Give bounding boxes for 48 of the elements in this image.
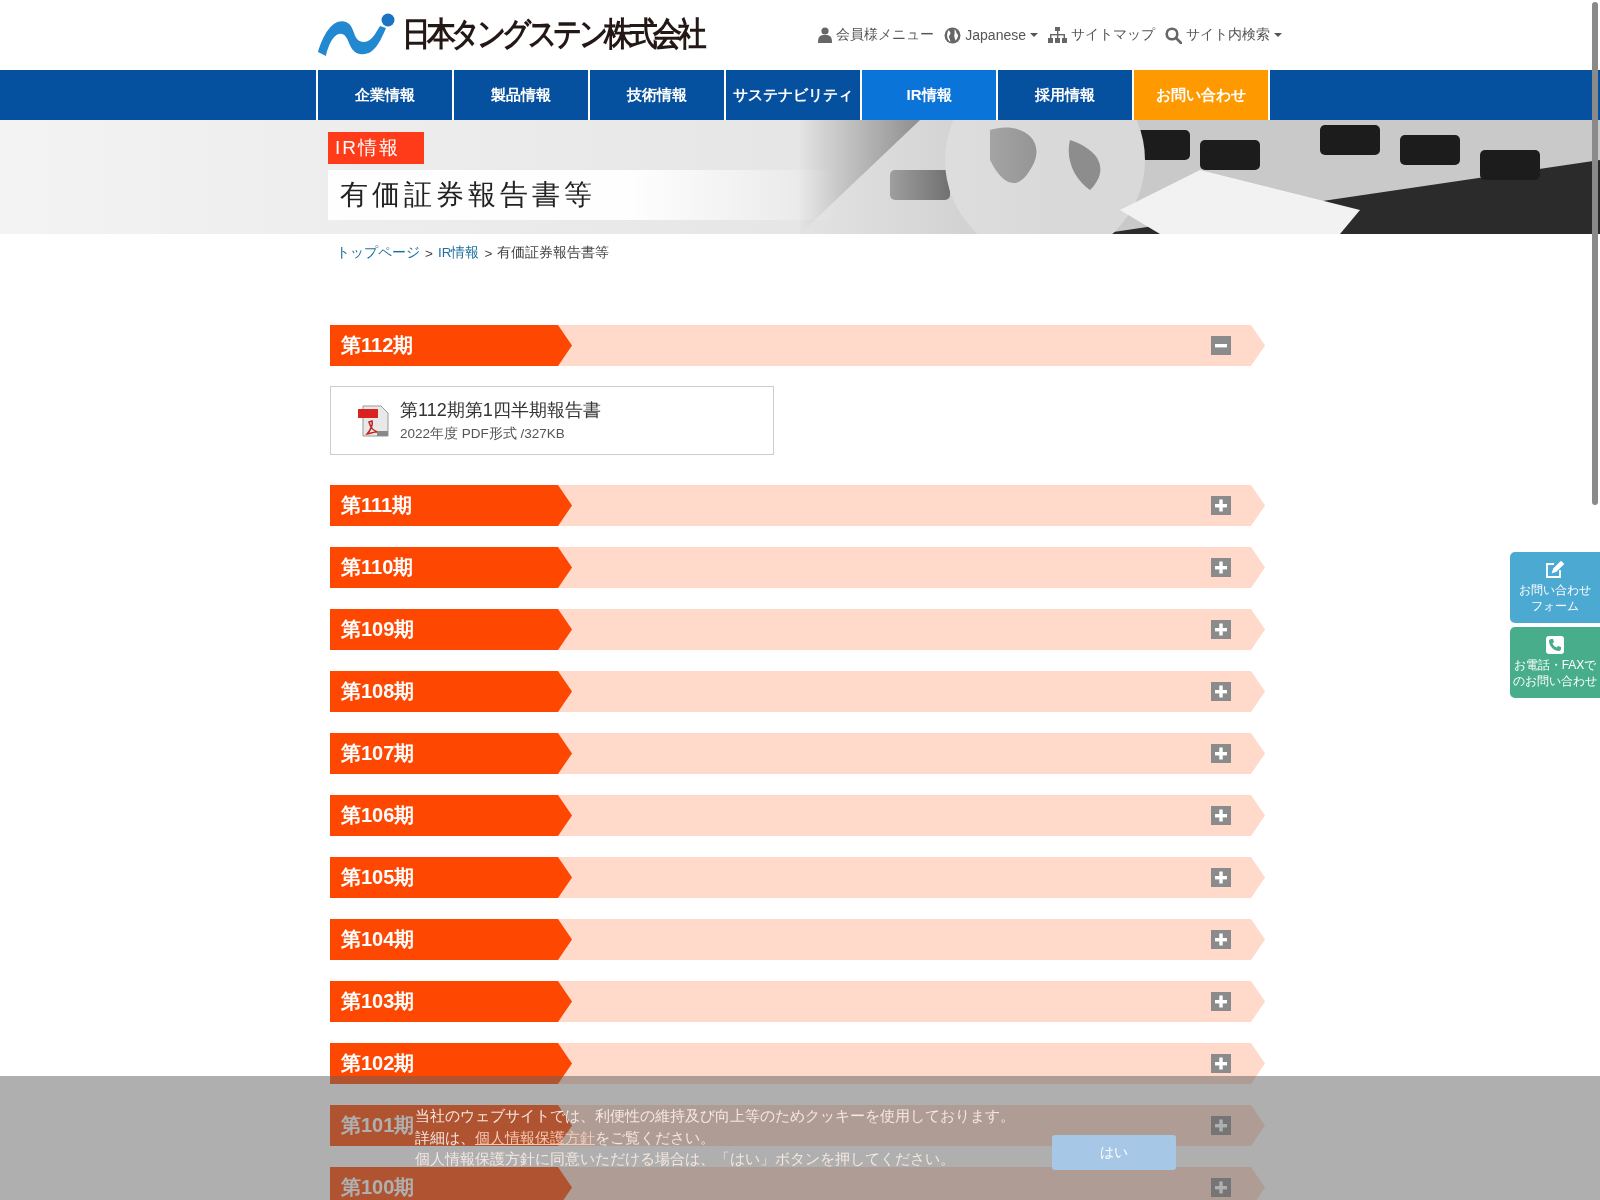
breadcrumb-separator: > (425, 245, 433, 261)
breadcrumb-link[interactable]: IR情報 (437, 244, 480, 262)
company-logo-text[interactable]: 日本タングステン株式会社 (402, 12, 702, 58)
period-label[interactable]: 第112期 (341, 332, 414, 359)
period-header-bar[interactable]: 第106期 (330, 795, 1265, 836)
scrollbar-thumb[interactable] (1592, 2, 1598, 505)
header-link[interactable]: Japanese (944, 26, 1038, 44)
globe-icon (944, 26, 962, 44)
breadcrumb-current: 有価証券報告書等 (497, 244, 610, 262)
period-header-bar[interactable]: 第103期 (330, 981, 1265, 1022)
edit-icon (1545, 560, 1565, 579)
header-link[interactable]: サイトマップ (1048, 26, 1155, 44)
period-header-bar[interactable]: 第102期 (330, 1043, 1265, 1084)
cookie-notice-text: 当社のウェブサイトでは、利便性の維持及び向上等のためクッキーを使用しております。 (415, 1107, 1015, 1126)
header-link[interactable]: 会員様メニュー (818, 26, 935, 44)
accept-button[interactable]: はい (1052, 1135, 1176, 1170)
cookie-consent-text: 個人情報保護方針に同意いただける場合は、「はい」ボタンを押してください。 (415, 1150, 956, 1169)
pdf-file-icon (357, 403, 391, 438)
person-icon (818, 27, 833, 43)
document-meta: 2022年度 PDF形式 /327KB (400, 425, 566, 443)
breadcrumb-link[interactable]: トップページ (336, 244, 420, 262)
period-header-bar[interactable]: 第112期 (330, 325, 1265, 366)
period-header-bar[interactable]: 第100期 (330, 1167, 1265, 1200)
document-title: 第112期第1四半期報告書 (400, 399, 601, 422)
search-icon (1165, 26, 1182, 44)
sitemap-icon (1048, 27, 1067, 43)
logo-swoosh-icon (316, 12, 396, 58)
period-header-bar[interactable]: 第105期 (330, 857, 1265, 898)
header-link[interactable]: サイト内検索 (1165, 26, 1282, 44)
period-label[interactable]: 第111期 (341, 492, 413, 519)
breadcrumb-separator: > (484, 245, 493, 261)
contact-side-button[interactable]: お問い合わせ フォーム (1510, 552, 1600, 623)
privacy-policy-link[interactable]: 個人情報保護方針 (475, 1129, 595, 1146)
period-header-bar[interactable]: 第107期 (330, 733, 1265, 774)
phone-icon (1546, 635, 1564, 654)
period-label[interactable]: 第110期 (341, 554, 414, 581)
nav-tab[interactable]: お問い合わせ (1132, 70, 1270, 120)
period-header-bar[interactable]: 第111期 (330, 485, 1265, 526)
period-header-bar[interactable]: 第104期 (330, 919, 1265, 960)
period-header-bar[interactable]: 第108期 (330, 671, 1265, 712)
category-label: IR情報 (328, 132, 424, 164)
contact-side-button[interactable]: お電話・FAXで のお問い合わせ (1510, 627, 1600, 698)
period-label[interactable]: 第101期 (341, 1112, 415, 1139)
period-header-bar[interactable]: 第109期 (330, 609, 1265, 650)
cookie-details-text: 詳細は、個人情報保護方針をご覧ください。 (415, 1128, 716, 1148)
nav-tab[interactable]: IR情報 (860, 70, 996, 120)
document-card[interactable]: 第112期第1四半期報告書 2022年度 PDF形式 /327KB (330, 386, 774, 455)
period-header-bar[interactable]: 第110期 (330, 547, 1265, 588)
